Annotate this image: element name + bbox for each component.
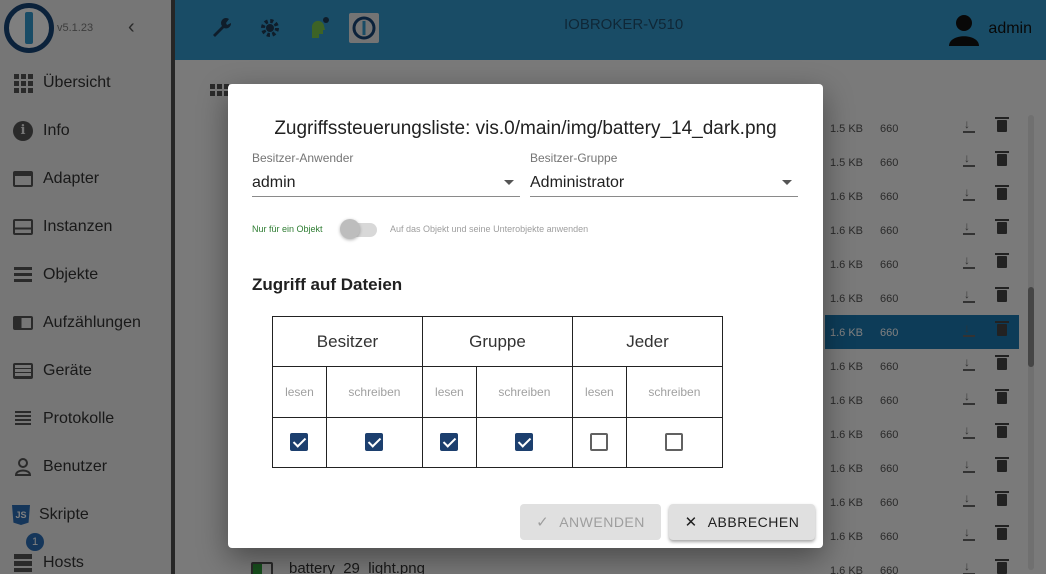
write-header: schreiben — [475, 366, 573, 418]
read-header: lesen — [421, 366, 477, 418]
write-header: schreiben — [625, 366, 724, 418]
cell — [421, 416, 477, 469]
read-header: lesen — [272, 366, 327, 418]
owner-group-label: Besitzer-Gruppe — [530, 151, 618, 165]
owner-group-select[interactable]: Besitzer-Gruppe Administrator — [530, 151, 798, 197]
everyone-read-checkbox[interactable] — [590, 433, 609, 452]
group-header-everyone: Jeder — [571, 315, 724, 368]
cell — [475, 416, 573, 469]
owner-group-value: Administrator — [530, 174, 625, 191]
owner-user-value: admin — [252, 174, 296, 191]
switch-label-single: Nur für ein Objekt — [252, 224, 323, 234]
everyone-write-checkbox[interactable] — [665, 433, 684, 452]
group-header-group: Gruppe — [421, 315, 573, 368]
group-header-owner: Besitzer — [272, 315, 423, 368]
dropdown-arrow-icon — [504, 180, 514, 185]
permissions-table: Besitzer Gruppe Jeder lesen schreiben le… — [272, 315, 724, 469]
dialog-title: Zugriffssteuerungsliste: vis.0/main/img/… — [274, 118, 777, 139]
cell — [272, 416, 327, 469]
cell — [325, 416, 423, 469]
close-icon: ✕ — [684, 514, 698, 531]
switch-label-recursive: Auf das Objekt und seine Unterobjekte an… — [390, 224, 589, 234]
cancel-label: ABBRECHEN — [707, 514, 800, 530]
owner-user-select[interactable]: Besitzer-Anwender admin — [252, 151, 520, 197]
read-header: lesen — [571, 366, 627, 418]
group-write-checkbox[interactable] — [515, 433, 534, 452]
acl-dialog: Zugriffssteuerungsliste: vis.0/main/img/… — [228, 84, 823, 548]
cancel-button[interactable]: ✕ ABBRECHEN — [669, 504, 815, 540]
owner-read-checkbox[interactable] — [290, 433, 309, 452]
dropdown-arrow-icon — [782, 180, 792, 185]
owner-user-label: Besitzer-Anwender — [252, 151, 354, 165]
apply-button[interactable]: ✓ ANWENDEN — [520, 504, 661, 540]
owner-write-checkbox[interactable] — [365, 433, 384, 452]
write-header: schreiben — [325, 366, 423, 418]
section-title: Zugriff auf Dateien — [252, 275, 403, 294]
group-read-checkbox[interactable] — [440, 433, 459, 452]
cell — [625, 416, 724, 469]
switch-thumb[interactable] — [340, 219, 360, 239]
check-icon: ✓ — [536, 514, 550, 531]
cell — [571, 416, 627, 469]
apply-label: ANWENDEN — [559, 514, 645, 530]
